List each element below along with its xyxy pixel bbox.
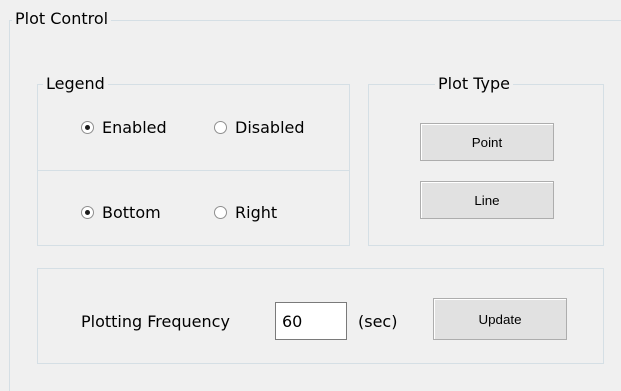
plot-control-title: Plot Control <box>12 9 112 29</box>
plotting-frequency-input[interactable] <box>275 302 347 340</box>
legend-bottom-radio[interactable]: Bottom <box>81 203 161 222</box>
legend-bottom-label: Bottom <box>102 203 161 222</box>
radio-checked-icon <box>81 206 94 219</box>
radio-unchecked-icon <box>214 206 227 219</box>
legend-divider <box>38 170 349 171</box>
plotting-frequency-label: Plotting Frequency <box>81 312 230 331</box>
radio-checked-icon <box>81 121 94 134</box>
legend-right-label: Right <box>235 203 278 222</box>
plot-control-window: Plot Control Legend Enabled Disabled Bot… <box>0 0 621 391</box>
legend-title: Legend <box>43 74 108 94</box>
plot-type-group <box>368 84 604 246</box>
line-button[interactable]: Line <box>420 181 554 219</box>
point-button[interactable]: Point <box>420 123 554 161</box>
update-button[interactable]: Update <box>433 298 567 340</box>
legend-enabled-radio[interactable]: Enabled <box>81 118 167 137</box>
plot-type-title: Plot Type <box>435 74 513 94</box>
legend-enabled-label: Enabled <box>102 118 167 137</box>
legend-disabled-radio[interactable]: Disabled <box>214 118 305 137</box>
frequency-unit-label: (sec) <box>358 312 398 331</box>
radio-unchecked-icon <box>214 121 227 134</box>
legend-disabled-label: Disabled <box>235 118 305 137</box>
legend-right-radio[interactable]: Right <box>214 203 277 222</box>
